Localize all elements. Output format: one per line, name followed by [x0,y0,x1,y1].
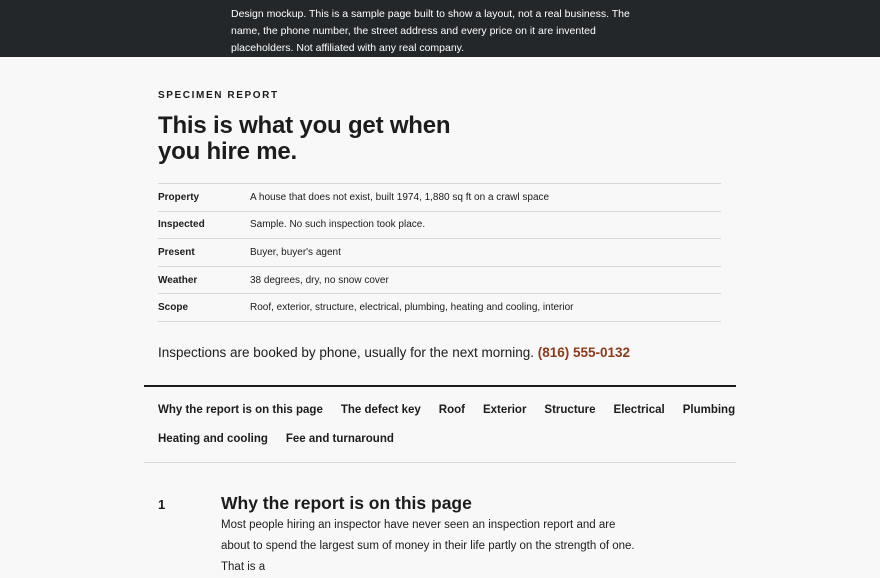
section-title: Why the report is on this page [221,493,472,513]
section-body: Most people hiring an inspector have nev… [221,519,635,573]
fact-value: Roof, exterior, structure, electrical, p… [250,302,574,314]
fact-label: Present [158,246,195,258]
table-row: Inspected Sample. No such inspection too… [158,211,721,239]
table-row: Property A house that does not exist, bu… [158,183,721,212]
section-divider-light [144,462,736,463]
table-row: Weather 38 degrees, dry, no snow cover [158,266,721,294]
page-title: This is what you get when you hire me. [158,112,451,165]
nav-link-structure[interactable]: Structure [544,400,595,421]
table-row: Present Buyer, buyer's agent [158,238,721,267]
nav-link-plumbing[interactable]: Plumbing [683,400,735,421]
section-nav: Why the report is on this page The defec… [158,400,736,450]
nav-link-why-report[interactable]: Why the report is on this page [158,400,323,421]
fact-value: Sample. No such inspection took place. [250,219,426,231]
section-divider-heavy [144,385,736,387]
nav-link-electrical[interactable]: Electrical [614,400,665,421]
fact-value: A house that does not exist, built 1974,… [250,191,550,203]
fact-label: Property [158,191,200,203]
fact-label: Weather [158,274,198,286]
section-number: 1 [158,497,166,512]
report-facts-table: Property A house that does not exist, bu… [158,183,721,322]
booking-text: Inspections are booked by phone, usually… [158,345,534,360]
table-row: Scope Roof, exterior, structure, electri… [158,293,721,322]
nav-link-exterior[interactable]: Exterior [483,400,526,421]
booking-note: Inspections are booked by phone, usually… [158,345,630,360]
nav-link-roof[interactable]: Roof [439,400,465,421]
fact-value: Buyer, buyer's agent [250,246,341,258]
fact-label: Scope [158,302,189,314]
phone-link[interactable]: (816) 555-0132 [538,345,630,360]
disclaimer-banner: Design mockup. This is a sample page bui… [0,0,880,57]
disclaimer-text: Design mockup. This is a sample page bui… [231,8,630,54]
report-eyebrow: SPECIMEN REPORT [158,90,279,101]
nav-link-defect-key[interactable]: The defect key [341,400,421,421]
nav-link-fee-turnaround[interactable]: Fee and turnaround [286,429,394,450]
fact-label: Inspected [158,219,205,231]
fact-value: 38 degrees, dry, no snow cover [250,274,389,286]
nav-link-heating-cooling[interactable]: Heating and cooling [158,429,268,450]
